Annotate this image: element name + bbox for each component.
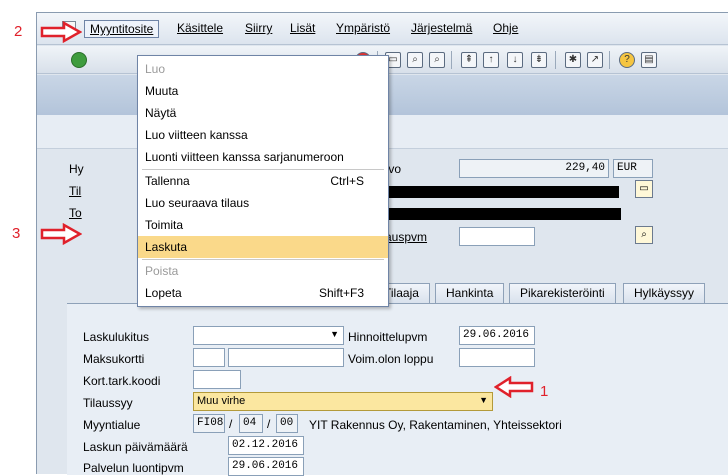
menu-myyntitosite[interactable]: Myyntitosite <box>84 20 160 38</box>
dropdown-arrow-icon: ▼ <box>479 395 488 405</box>
tab-hankinta[interactable]: Hankinta <box>435 283 505 303</box>
label-myyntialue: Myyntialue <box>83 418 141 432</box>
find-icon[interactable]: ⌕ <box>407 52 423 68</box>
tilaussyy-select[interactable]: Muu virhe ▼ <box>193 392 493 411</box>
detail-icon[interactable]: ⌕ <box>635 226 653 244</box>
menu-option-tallenna[interactable]: Tallenna Ctrl+S <box>138 170 388 192</box>
annotation-arrow-1 <box>494 376 534 398</box>
last-page-icon[interactable]: ⇟ <box>531 52 547 68</box>
enter-icon[interactable] <box>71 52 87 68</box>
label-tilaussyy: Tilaussyy <box>83 396 133 410</box>
voimolon-loppu-field[interactable] <box>459 348 535 367</box>
label-hinnoittelupvm: Hinnoittelupvm <box>348 330 428 344</box>
menu-option-luo-viitteen-kanssa[interactable]: Luo viitteen kanssa <box>138 124 388 146</box>
shortcut-shift-f3: Shift+F3 <box>318 286 364 300</box>
palvelun-luontipvm-field[interactable]: 29.06.2016 <box>228 457 304 476</box>
myyntialue-division-field: 00 <box>276 414 298 433</box>
menu-option-nayta[interactable]: Näytä <box>138 102 388 124</box>
laskulukitus-select[interactable]: ▼ <box>193 326 344 345</box>
menu-siirry[interactable]: Siirry <box>245 21 272 35</box>
menubar: Myyntitosite Käsittele Siirry Lisät Ympä… <box>37 13 728 45</box>
label-maksukortti: Maksukortti <box>83 352 145 366</box>
first-page-icon[interactable]: ⇞ <box>461 52 477 68</box>
myyntialue-text: YIT Rakennus Oy, Rakentaminen, Yhteissek… <box>309 418 562 432</box>
menu-option-laskuta[interactable]: Laskuta <box>138 236 388 258</box>
layout-menu-icon[interactable]: ▤ <box>641 52 657 68</box>
redacted-field-1 <box>351 186 619 198</box>
label-voimolon-loppu: Voim.olon loppu <box>348 352 434 366</box>
shortcut-icon[interactable]: ↗ <box>587 52 603 68</box>
myyntialue-org-field: FI08 <box>193 414 225 433</box>
label-korttark: Kort.tark.koodi <box>83 374 161 388</box>
shortcut-ctrl-s: Ctrl+S <box>330 174 364 188</box>
previous-page-icon[interactable]: ↑ <box>483 52 499 68</box>
label-laskulukitus: Laskulukitus <box>83 330 150 344</box>
menu-ohje[interactable]: Ohje <box>493 21 518 35</box>
menu-option-luo-seuraava-tilaus[interactable]: Luo seuraava tilaus <box>138 192 388 214</box>
menu-option-luonti-sarjanumeroon[interactable]: Luonti viitteen kanssa sarjanumeroon <box>138 146 388 168</box>
tab-panel: Laskulukitus ▼ Hinnoittelupvm 29.06.2016… <box>67 303 728 476</box>
redacted-field-2 <box>351 208 621 220</box>
menu-option-luo: Luo <box>145 62 166 76</box>
menu-ymparisto[interactable]: Ympäristö <box>336 21 390 35</box>
document-icon[interactable]: ▭ <box>635 180 653 198</box>
new-session-icon[interactable]: ✱ <box>565 52 581 68</box>
menu-option-toimita[interactable]: Toimita <box>138 214 388 236</box>
annotation-number-3: 3 <box>12 225 21 242</box>
menu-option-poista: Poista <box>145 264 179 278</box>
annotation-arrow-2 <box>40 21 82 43</box>
annotation-arrow-3 <box>40 223 82 245</box>
menu-option-lopeta[interactable]: Lopeta Shift+F3 <box>138 282 388 304</box>
menu-kasittele[interactable]: Käsittele <box>177 21 223 35</box>
annotation-number-2: 2 <box>14 23 23 40</box>
maksukortti-number-field[interactable] <box>228 348 344 367</box>
hinnoittelupvm-field[interactable]: 29.06.2016 <box>459 326 535 345</box>
laskun-paivamaara-field[interactable]: 02.12.2016 <box>228 436 304 455</box>
menu-jarjestelma[interactable]: Järjestelmä <box>411 21 472 35</box>
myyntialue-channel-field: 04 <box>239 414 263 433</box>
label-hy: Hy <box>69 162 84 176</box>
label-laskun-paivamaara: Laskun päivämäärä <box>83 440 188 454</box>
next-page-icon[interactable]: ↓ <box>507 52 523 68</box>
myyntitosite-dropdown-menu: Luo Muuta Näytä Luo viitteen kanssa Luon… <box>137 55 389 307</box>
korttark-field[interactable] <box>193 370 241 389</box>
label-palvelun-luontipvm: Palvelun luontipvm <box>83 461 184 475</box>
find-next-icon[interactable]: ⌕ <box>429 52 445 68</box>
menu-lisat[interactable]: Lisät <box>290 21 315 35</box>
tab-pikarekisterointi[interactable]: Pikarekisteröinti <box>509 283 616 303</box>
ostotilauspvm-field[interactable] <box>459 227 535 246</box>
help-icon[interactable]: ? <box>619 52 635 68</box>
sap-window: Myyntitosite Käsittele Siirry Lisät Ympä… <box>36 12 728 476</box>
tilaussyy-value: Muu virhe <box>197 395 246 407</box>
tab-hylkayssyy[interactable]: Hylkäyssyy <box>623 283 706 303</box>
currency-field: EUR <box>613 159 653 178</box>
nettoarvo-field: 229,40 <box>459 159 609 178</box>
maksukortti-type-field[interactable] <box>193 348 225 367</box>
menu-option-muuta[interactable]: Muuta <box>138 80 388 102</box>
annotation-number-1: 1 <box>540 383 549 400</box>
label-to: To <box>69 206 82 220</box>
label-ti: Til <box>69 184 82 198</box>
dropdown-arrow-icon: ▼ <box>330 329 339 339</box>
